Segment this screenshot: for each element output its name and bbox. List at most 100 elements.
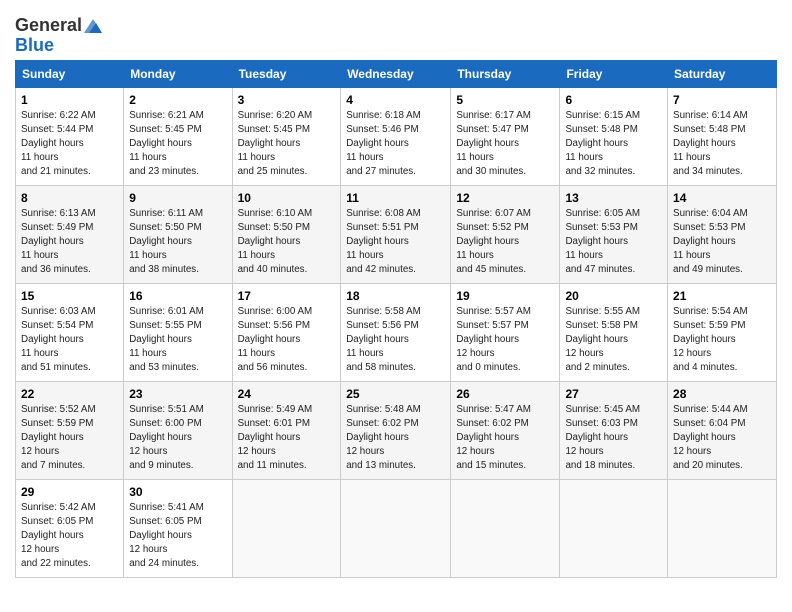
weekday-header-cell: Wednesday [341, 60, 451, 87]
day-info: Sunrise: 5:47 AMSunset: 6:02 PMDaylight … [456, 403, 554, 474]
calendar-day-cell: 19 Sunrise: 5:57 AMSunset: 5:57 PMDaylig… [451, 283, 560, 381]
day-info: Sunrise: 5:48 AMSunset: 6:02 PMDaylight … [346, 403, 445, 474]
day-number: 20 [565, 289, 662, 303]
day-info: Sunrise: 5:51 AMSunset: 6:00 PMDaylight … [129, 403, 226, 474]
day-info: Sunrise: 5:52 AMSunset: 5:59 PMDaylight … [21, 403, 118, 474]
day-info: Sunrise: 6:01 AMSunset: 5:55 PMDaylight … [129, 305, 226, 376]
day-info: Sunrise: 6:17 AMSunset: 5:47 PMDaylight … [456, 109, 554, 180]
calendar-day-cell: 12 Sunrise: 6:07 AMSunset: 5:52 PMDaylig… [451, 185, 560, 283]
weekday-header-cell: Tuesday [232, 60, 341, 87]
calendar-day-cell: 6 Sunrise: 6:15 AMSunset: 5:48 PMDayligh… [560, 87, 668, 185]
day-info: Sunrise: 5:54 AMSunset: 5:59 PMDaylight … [673, 305, 771, 376]
calendar-day-cell: 7 Sunrise: 6:14 AMSunset: 5:48 PMDayligh… [668, 87, 777, 185]
calendar-day-cell: 13 Sunrise: 6:05 AMSunset: 5:53 PMDaylig… [560, 185, 668, 283]
day-info: Sunrise: 6:03 AMSunset: 5:54 PMDaylight … [21, 305, 118, 376]
day-number: 23 [129, 387, 226, 401]
weekday-header-cell: Thursday [451, 60, 560, 87]
calendar-day-cell: 10 Sunrise: 6:10 AMSunset: 5:50 PMDaylig… [232, 185, 341, 283]
calendar-day-cell: 5 Sunrise: 6:17 AMSunset: 5:47 PMDayligh… [451, 87, 560, 185]
day-info: Sunrise: 6:11 AMSunset: 5:50 PMDaylight … [129, 207, 226, 278]
day-info: Sunrise: 5:42 AMSunset: 6:05 PMDaylight … [21, 501, 118, 572]
day-number: 7 [673, 93, 771, 107]
calendar-body: 1 Sunrise: 6:22 AMSunset: 5:44 PMDayligh… [16, 87, 777, 577]
page-header: General Blue [15, 10, 777, 56]
day-number: 25 [346, 387, 445, 401]
calendar-week-row: 22 Sunrise: 5:52 AMSunset: 5:59 PMDaylig… [16, 381, 777, 479]
day-number: 18 [346, 289, 445, 303]
day-number: 3 [238, 93, 336, 107]
calendar-day-cell: 1 Sunrise: 6:22 AMSunset: 5:44 PMDayligh… [16, 87, 124, 185]
calendar-day-cell: 8 Sunrise: 6:13 AMSunset: 5:49 PMDayligh… [16, 185, 124, 283]
calendar-day-cell: 9 Sunrise: 6:11 AMSunset: 5:50 PMDayligh… [124, 185, 232, 283]
day-info: Sunrise: 5:55 AMSunset: 5:58 PMDaylight … [565, 305, 662, 376]
day-number: 2 [129, 93, 226, 107]
calendar-day-cell: 26 Sunrise: 5:47 AMSunset: 6:02 PMDaylig… [451, 381, 560, 479]
day-info: Sunrise: 6:08 AMSunset: 5:51 PMDaylight … [346, 207, 445, 278]
day-number: 9 [129, 191, 226, 205]
day-info: Sunrise: 6:21 AMSunset: 5:45 PMDaylight … [129, 109, 226, 180]
calendar-week-row: 8 Sunrise: 6:13 AMSunset: 5:49 PMDayligh… [16, 185, 777, 283]
day-info: Sunrise: 6:05 AMSunset: 5:53 PMDaylight … [565, 207, 662, 278]
weekday-header-cell: Sunday [16, 60, 124, 87]
day-number: 15 [21, 289, 118, 303]
calendar-day-cell: 11 Sunrise: 6:08 AMSunset: 5:51 PMDaylig… [341, 185, 451, 283]
day-number: 24 [238, 387, 336, 401]
calendar-day-cell [232, 479, 341, 577]
day-number: 4 [346, 93, 445, 107]
day-number: 21 [673, 289, 771, 303]
calendar-day-cell: 28 Sunrise: 5:44 AMSunset: 6:04 PMDaylig… [668, 381, 777, 479]
day-number: 5 [456, 93, 554, 107]
day-number: 13 [565, 191, 662, 205]
calendar-week-row: 1 Sunrise: 6:22 AMSunset: 5:44 PMDayligh… [16, 87, 777, 185]
day-number: 30 [129, 485, 226, 499]
calendar-day-cell: 23 Sunrise: 5:51 AMSunset: 6:00 PMDaylig… [124, 381, 232, 479]
day-number: 6 [565, 93, 662, 107]
calendar-day-cell: 3 Sunrise: 6:20 AMSunset: 5:45 PMDayligh… [232, 87, 341, 185]
day-info: Sunrise: 6:20 AMSunset: 5:45 PMDaylight … [238, 109, 336, 180]
calendar-day-cell [668, 479, 777, 577]
day-info: Sunrise: 6:00 AMSunset: 5:56 PMDaylight … [238, 305, 336, 376]
day-info: Sunrise: 6:07 AMSunset: 5:52 PMDaylight … [456, 207, 554, 278]
calendar-day-cell: 30 Sunrise: 5:41 AMSunset: 6:05 PMDaylig… [124, 479, 232, 577]
calendar-day-cell: 17 Sunrise: 6:00 AMSunset: 5:56 PMDaylig… [232, 283, 341, 381]
day-number: 27 [565, 387, 662, 401]
day-info: Sunrise: 5:49 AMSunset: 6:01 PMDaylight … [238, 403, 336, 474]
day-number: 10 [238, 191, 336, 205]
weekday-header-row: SundayMondayTuesdayWednesdayThursdayFrid… [16, 60, 777, 87]
day-info: Sunrise: 6:13 AMSunset: 5:49 PMDaylight … [21, 207, 118, 278]
calendar-day-cell: 20 Sunrise: 5:55 AMSunset: 5:58 PMDaylig… [560, 283, 668, 381]
calendar-day-cell: 22 Sunrise: 5:52 AMSunset: 5:59 PMDaylig… [16, 381, 124, 479]
calendar-table: SundayMondayTuesdayWednesdayThursdayFrid… [15, 60, 777, 578]
calendar-day-cell: 2 Sunrise: 6:21 AMSunset: 5:45 PMDayligh… [124, 87, 232, 185]
day-number: 17 [238, 289, 336, 303]
day-number: 26 [456, 387, 554, 401]
day-info: Sunrise: 5:58 AMSunset: 5:56 PMDaylight … [346, 305, 445, 376]
day-number: 22 [21, 387, 118, 401]
calendar-day-cell: 4 Sunrise: 6:18 AMSunset: 5:46 PMDayligh… [341, 87, 451, 185]
logo-blue-text: Blue [15, 36, 54, 56]
calendar-day-cell [560, 479, 668, 577]
logo-icon [84, 19, 102, 33]
day-info: Sunrise: 6:04 AMSunset: 5:53 PMDaylight … [673, 207, 771, 278]
day-info: Sunrise: 5:57 AMSunset: 5:57 PMDaylight … [456, 305, 554, 376]
calendar-week-row: 15 Sunrise: 6:03 AMSunset: 5:54 PMDaylig… [16, 283, 777, 381]
logo-general-text: General [15, 16, 82, 36]
day-info: Sunrise: 6:18 AMSunset: 5:46 PMDaylight … [346, 109, 445, 180]
day-number: 29 [21, 485, 118, 499]
calendar-day-cell: 14 Sunrise: 6:04 AMSunset: 5:53 PMDaylig… [668, 185, 777, 283]
day-info: Sunrise: 5:44 AMSunset: 6:04 PMDaylight … [673, 403, 771, 474]
calendar-day-cell: 18 Sunrise: 5:58 AMSunset: 5:56 PMDaylig… [341, 283, 451, 381]
calendar-day-cell: 25 Sunrise: 5:48 AMSunset: 6:02 PMDaylig… [341, 381, 451, 479]
calendar-day-cell: 27 Sunrise: 5:45 AMSunset: 6:03 PMDaylig… [560, 381, 668, 479]
day-number: 16 [129, 289, 226, 303]
calendar-day-cell: 15 Sunrise: 6:03 AMSunset: 5:54 PMDaylig… [16, 283, 124, 381]
calendar-day-cell: 29 Sunrise: 5:42 AMSunset: 6:05 PMDaylig… [16, 479, 124, 577]
day-info: Sunrise: 6:10 AMSunset: 5:50 PMDaylight … [238, 207, 336, 278]
day-info: Sunrise: 6:15 AMSunset: 5:48 PMDaylight … [565, 109, 662, 180]
day-number: 11 [346, 191, 445, 205]
day-number: 14 [673, 191, 771, 205]
day-info: Sunrise: 6:22 AMSunset: 5:44 PMDaylight … [21, 109, 118, 180]
calendar-day-cell: 24 Sunrise: 5:49 AMSunset: 6:01 PMDaylig… [232, 381, 341, 479]
calendar-day-cell: 21 Sunrise: 5:54 AMSunset: 5:59 PMDaylig… [668, 283, 777, 381]
calendar-day-cell [341, 479, 451, 577]
